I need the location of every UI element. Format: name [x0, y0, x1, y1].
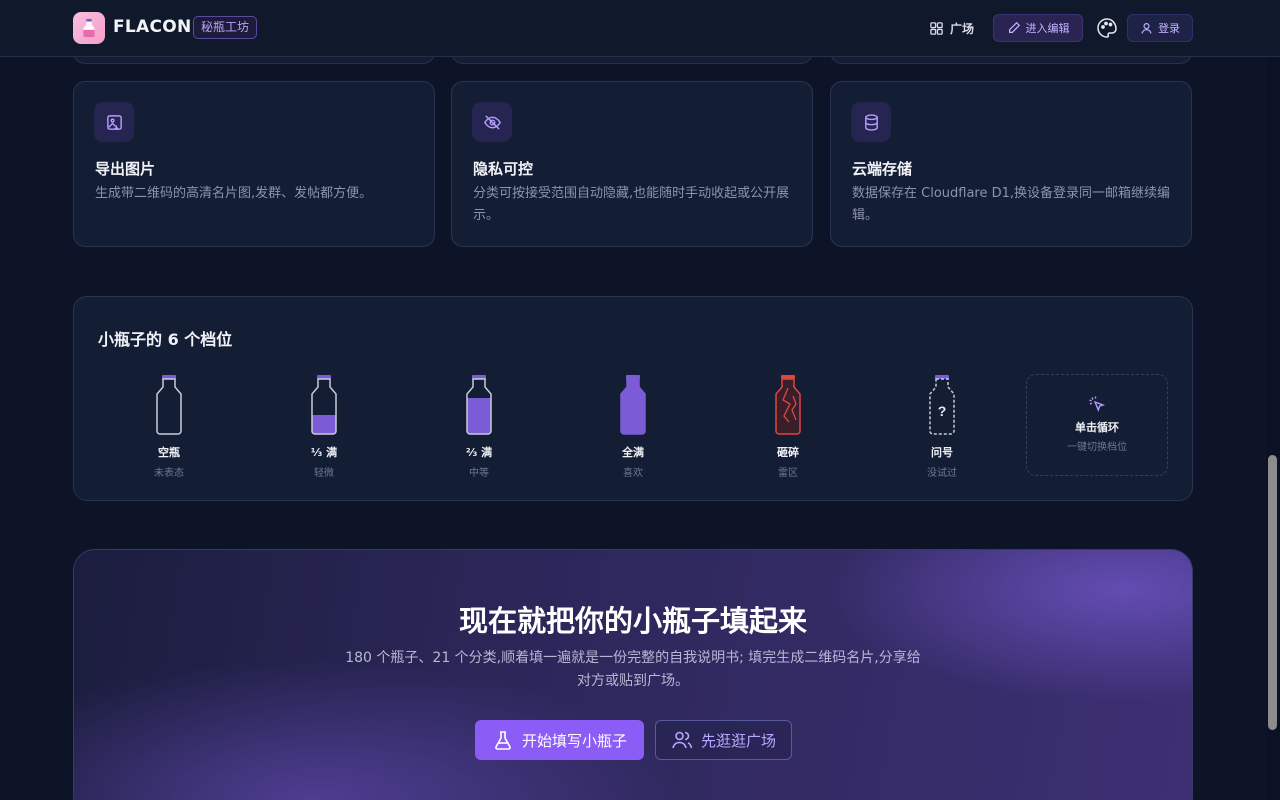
feature-desc: 数据保存在 Cloudflare D1,换设备登录同一邮箱继续编辑。: [852, 186, 1171, 223]
cta-section: 现在就把你的小瓶子填起来 180 个瓶子、21 个分类,顺着填一遍就是一份完整的…: [73, 549, 1193, 800]
svg-text:?: ?: [938, 403, 947, 419]
brand-name[interactable]: FLACON: [113, 17, 192, 37]
login-label: 登录: [1158, 22, 1180, 35]
database-icon: [851, 102, 891, 142]
feature-title: 导出图片: [95, 160, 156, 178]
browse-plaza-button[interactable]: 先逛逛广场: [655, 720, 792, 760]
level-name: 全满: [622, 446, 644, 459]
grid-icon: [930, 21, 943, 35]
level-sub: 喜欢: [623, 468, 643, 479]
start-filling-button[interactable]: 开始填写小瓶子: [475, 720, 644, 760]
level-empty[interactable]: 空瓶 未表态: [124, 374, 214, 479]
full-bottle-icon: [620, 375, 646, 435]
level-two-thirds[interactable]: ⅔ 满 中等: [434, 374, 524, 479]
feature-title: 云端存储: [852, 160, 913, 178]
cursor-click-icon: [1089, 396, 1106, 413]
level-name: 空瓶: [158, 446, 180, 459]
nav-plaza-link[interactable]: 广场: [929, 16, 974, 40]
bottle-logo-icon: [83, 18, 95, 38]
level-question[interactable]: ? 问号 没试过: [897, 374, 987, 479]
level-sub: 没试过: [927, 468, 957, 479]
brand-tag: 秘瓶工坊: [193, 16, 258, 39]
feature-card-cloud: 云端存储 数据保存在 Cloudflare D1,换设备登录同一邮箱继续编辑。: [830, 81, 1192, 247]
level-sub: 轻微: [314, 468, 334, 479]
question-bottle-icon: ?: [929, 375, 955, 435]
feature-title: 隐私可控: [473, 160, 534, 178]
theme-palette-button[interactable]: [1096, 17, 1118, 39]
nav-plaza-label: 广场: [950, 21, 975, 36]
pencil-icon: [1008, 21, 1020, 33]
feature-card-export: 导出图片 生成带二维码的高清名片图,发群、发帖都方便。: [73, 81, 435, 247]
palette-icon: [1097, 18, 1117, 38]
third-full-bottle-icon: [311, 375, 337, 435]
click-cycle-hint[interactable]: 单击循环 一键切换档位: [1026, 374, 1168, 476]
level-full[interactable]: 全满 喜欢: [588, 374, 678, 479]
users-icon: [672, 731, 693, 749]
feature-desc: 生成带二维码的高清名片图,发群、发帖都方便。: [95, 186, 373, 201]
eye-off-icon: [472, 102, 512, 142]
level-sub: 未表态: [154, 468, 184, 479]
broken-bottle-icon: [775, 375, 801, 435]
start-filling-label: 开始填写小瓶子: [521, 731, 627, 750]
level-sub: 雷区: [778, 468, 798, 479]
image-export-icon: [94, 102, 134, 142]
two-thirds-bottle-icon: [466, 375, 492, 435]
top-nav-bar: FLACON 秘瓶工坊 广场 进入编辑 登录: [0, 0, 1280, 57]
cycle-sub: 一键切换档位: [1067, 442, 1127, 453]
page-scrollbar-thumb[interactable]: [1268, 455, 1277, 730]
level-name: 问号: [931, 446, 953, 459]
level-sub: 中等: [469, 468, 489, 479]
cta-desc: 180 个瓶子、21 个分类,顺着填一遍就是一份完整的自我说明书; 填完生成二维…: [345, 650, 921, 689]
level-broken[interactable]: 砸碎 雷区: [743, 374, 833, 479]
login-button[interactable]: 登录: [1127, 14, 1193, 42]
levels-title: 小瓶子的 6 个档位: [98, 330, 233, 349]
user-icon: [1141, 22, 1152, 34]
flacon-logo[interactable]: [73, 12, 105, 44]
level-name: ⅔ 满: [465, 446, 493, 459]
feature-desc: 分类可按接受范围自动隐藏,也能随时手动收起或公开展示。: [473, 186, 790, 223]
browse-plaza-label: 先逛逛广场: [700, 731, 776, 750]
level-third[interactable]: ⅓ 满 轻微: [279, 374, 369, 479]
cycle-title: 单击循环: [1075, 421, 1119, 434]
feature-card-privacy: 隐私可控 分类可按接受范围自动隐藏,也能随时手动收起或公开展示。: [451, 81, 813, 247]
enter-edit-button[interactable]: 进入编辑: [993, 14, 1083, 42]
level-name: 砸碎: [777, 446, 799, 459]
page-scrollbar-track[interactable]: [1266, 0, 1280, 800]
level-name: ⅓ 满: [310, 446, 338, 459]
enter-edit-label: 进入编辑: [1025, 22, 1070, 35]
flask-icon: [495, 731, 511, 750]
bottle-levels-panel: 小瓶子的 6 个档位 空瓶 未表态 ⅓ 满 轻微 ⅔ 满 中等 全满 喜欢 砸碎…: [73, 296, 1193, 501]
cta-title: 现在就把你的小瓶子填起来: [458, 604, 807, 638]
empty-bottle-icon: [156, 375, 182, 435]
